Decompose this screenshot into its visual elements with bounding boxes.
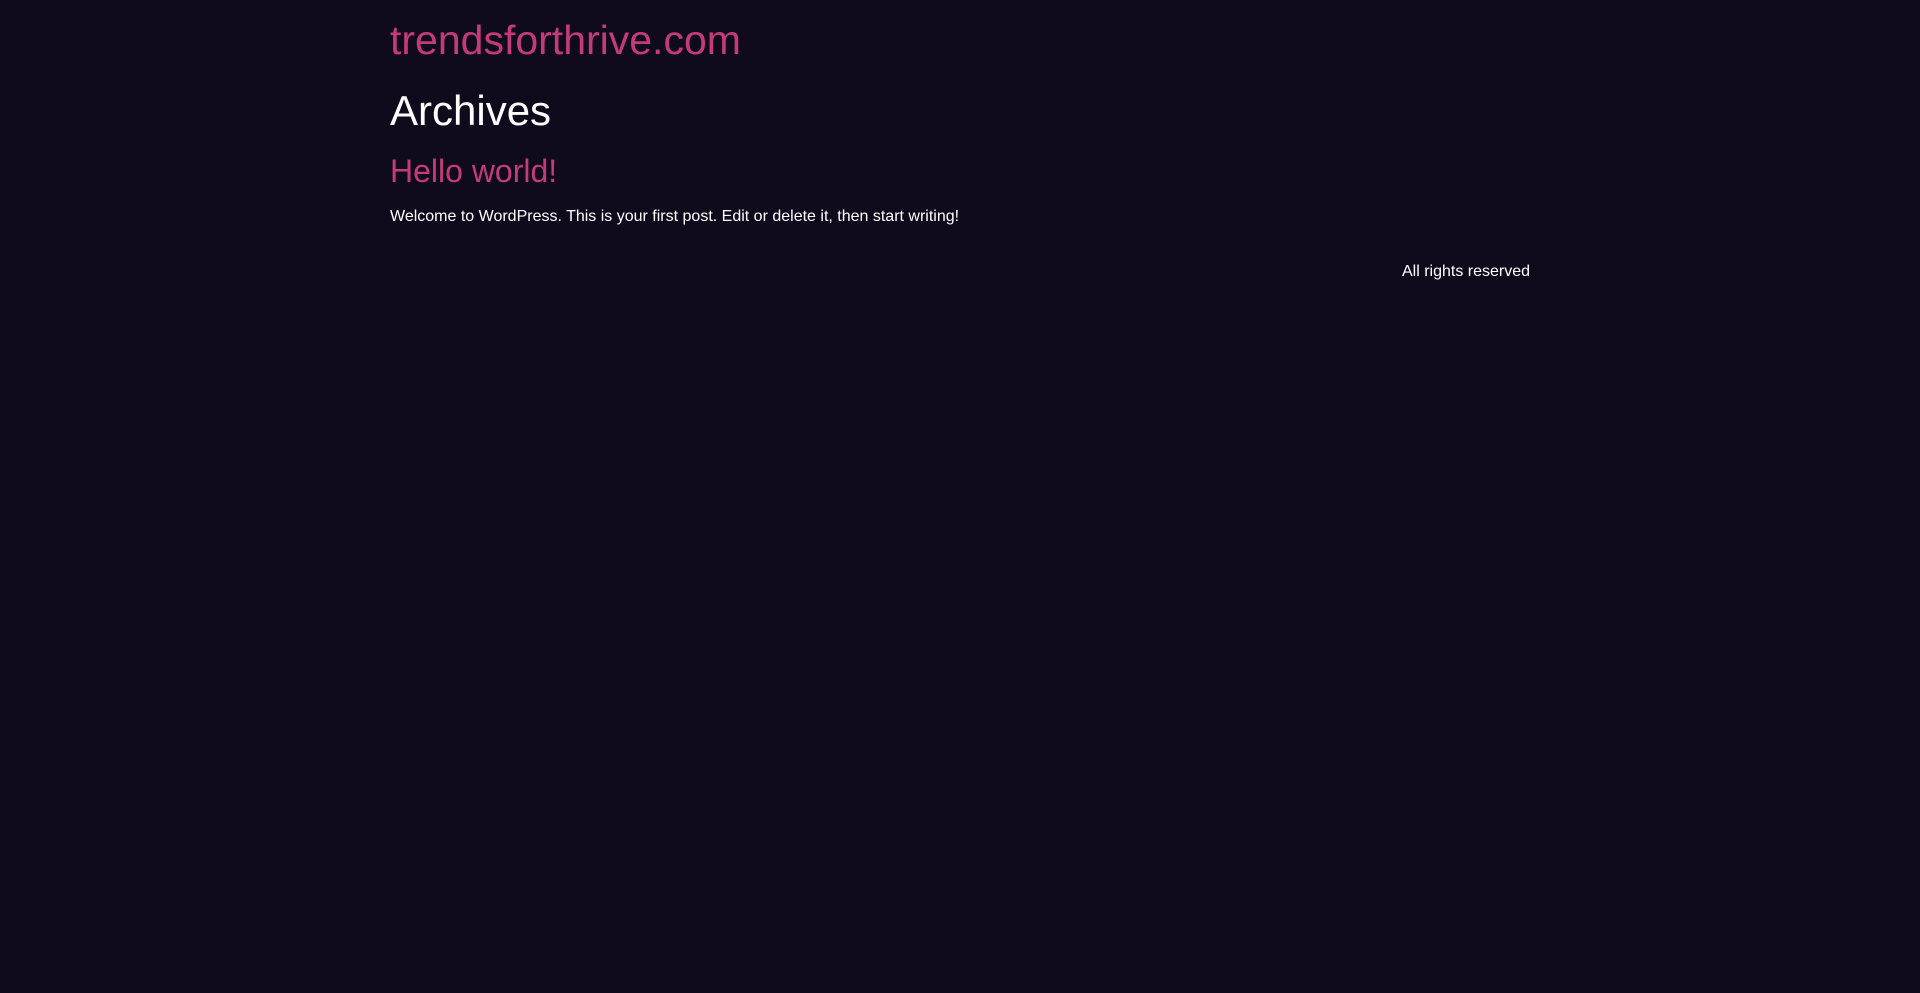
post-title-link[interactable]: Hello world!	[390, 152, 557, 190]
page-title: Archives	[390, 87, 552, 134]
copyright-text: All rights reserved	[1402, 263, 1531, 280]
page: trendsforthrive.com Archives Hello world…	[0, 0, 1920, 993]
site-title-link[interactable]: trendsforthrive.com	[390, 16, 741, 64]
post-excerpt: Welcome to WordPress. This is your first…	[390, 208, 960, 225]
